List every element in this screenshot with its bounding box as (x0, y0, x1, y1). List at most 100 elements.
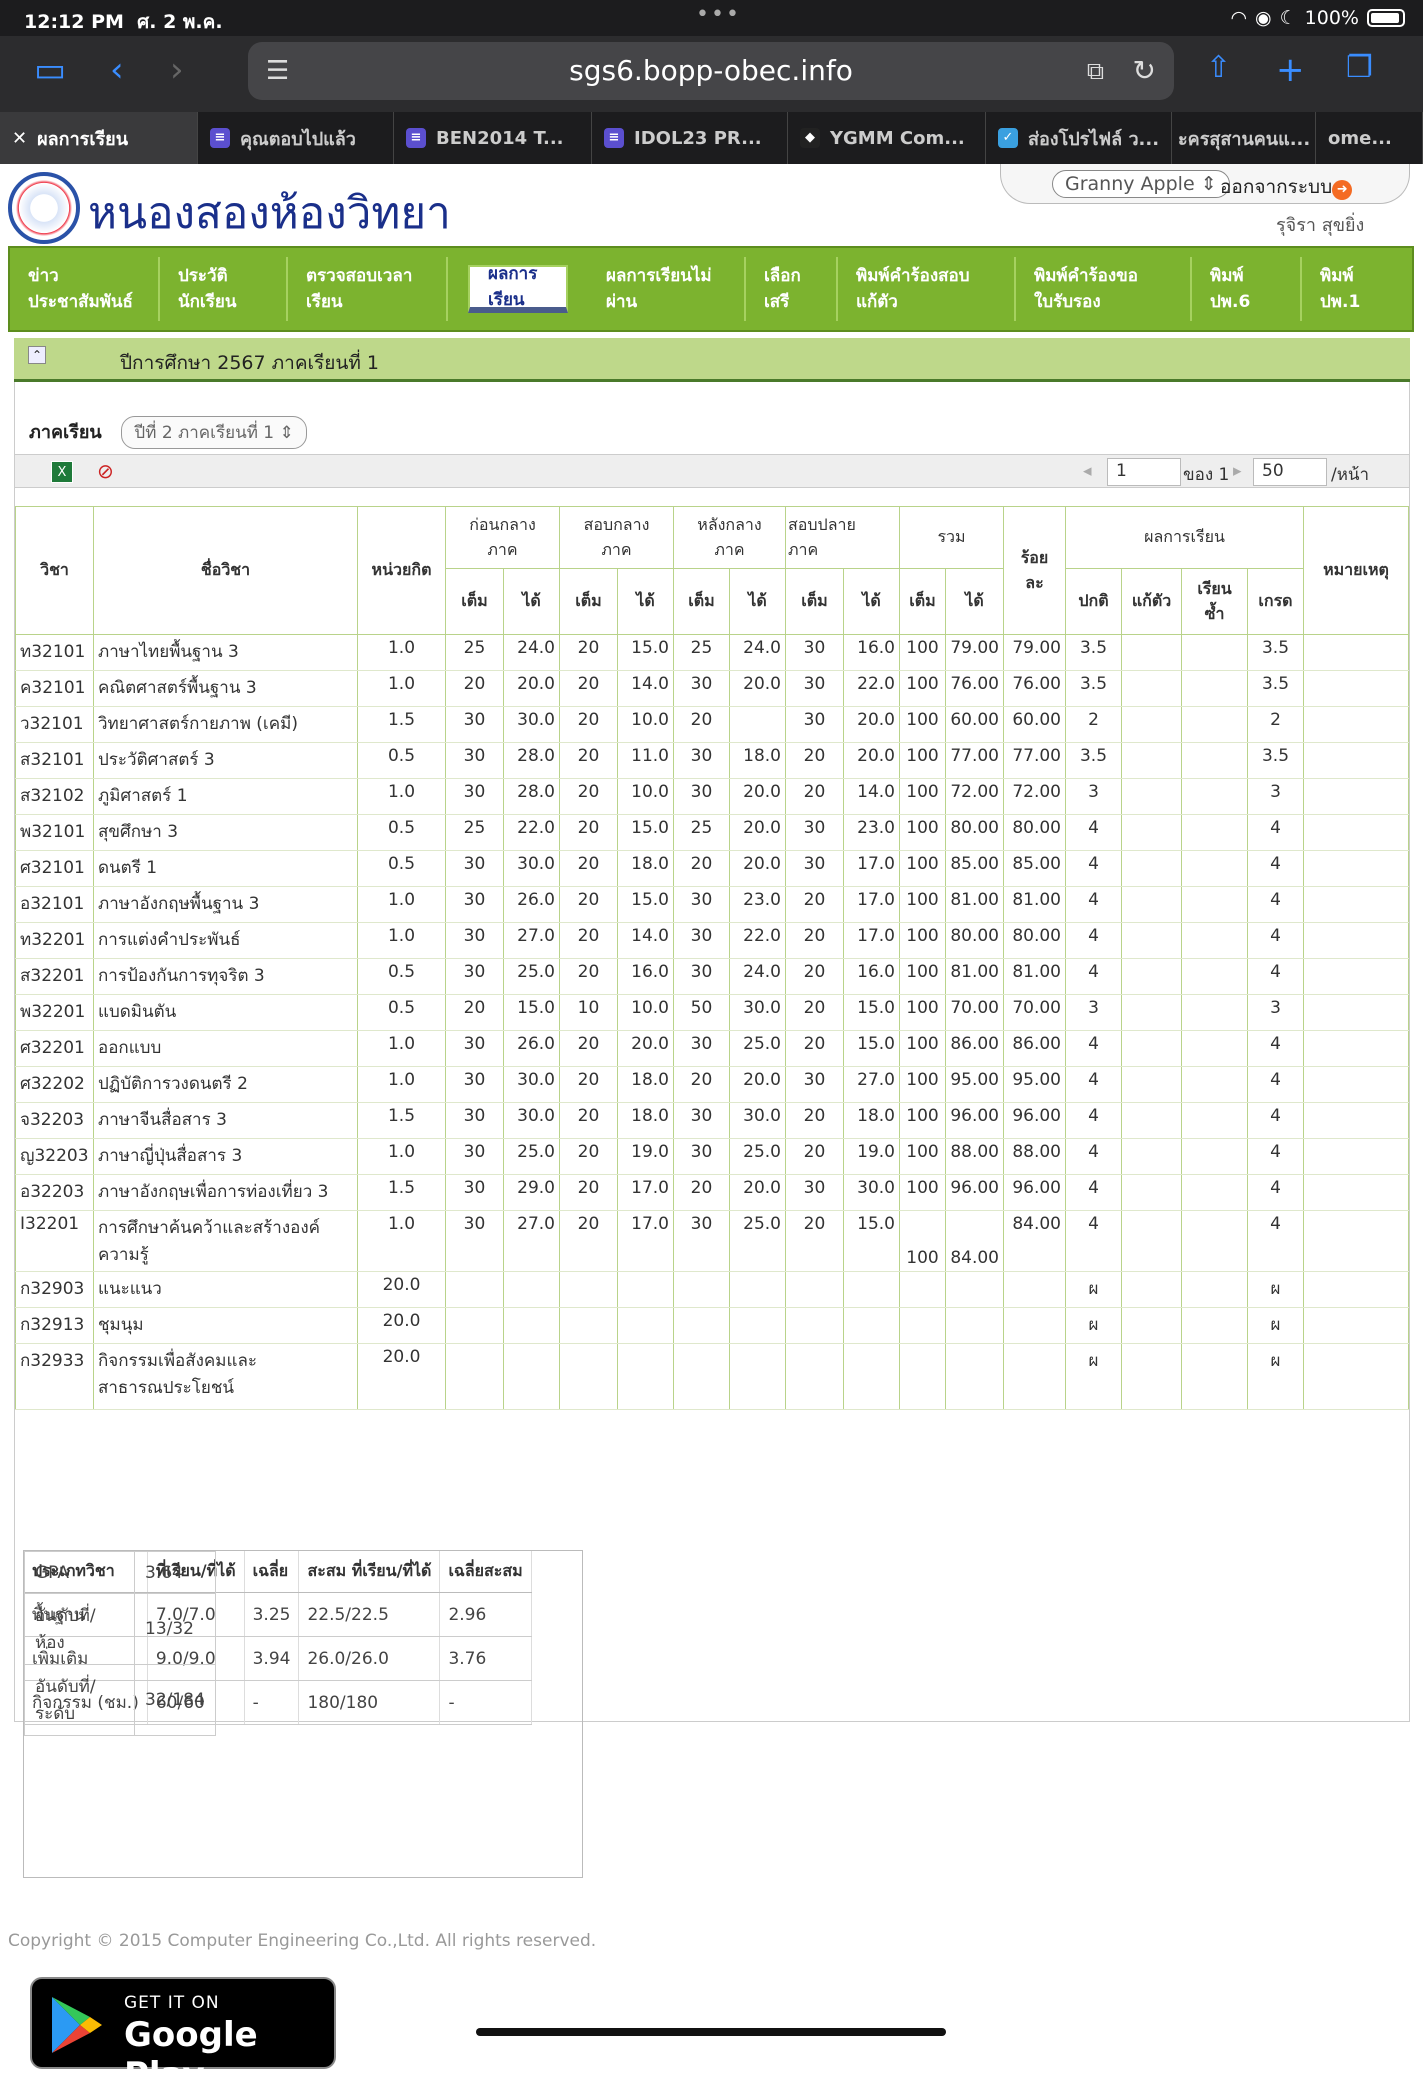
menu-grades[interactable]: ผลการ เรียน (468, 264, 568, 313)
user-select[interactable]: Granny Apple ⇕ (1052, 170, 1230, 198)
table-cell: แนะแนว (93, 1271, 358, 1308)
th-total: รวม (899, 506, 1004, 569)
menu-print-retake[interactable]: พิมพ์คำร้องสอบ แก้ตัว (838, 257, 1016, 321)
next-page-icon[interactable]: ▸ (1233, 461, 1242, 481)
wifi-icon: ◠ (1230, 7, 1248, 29)
table-cell: 25 (445, 814, 504, 851)
extension-icon[interactable]: ⧉ (1087, 42, 1104, 100)
table-cell: 88.00 (1003, 1138, 1066, 1175)
table-cell: 10.0 (617, 778, 674, 815)
table-cell: 20 (559, 706, 618, 743)
table-cell: 15.0 (503, 994, 560, 1031)
tab-grades[interactable]: ✕ ผลการเรียน (0, 112, 198, 164)
table-cell: 30 (785, 850, 844, 887)
new-tab-icon[interactable]: + (1276, 50, 1305, 90)
close-icon[interactable]: ✕ (12, 128, 27, 149)
table-cell: 17.0 (843, 886, 900, 923)
table-cell: 1.0 (357, 922, 446, 959)
table-cell: ผ (1065, 1307, 1122, 1344)
per-page-input[interactable]: 50 (1253, 458, 1327, 486)
sidebar-icon[interactable]: ▭ (34, 50, 66, 90)
th-full: เต็ม (785, 568, 844, 635)
table-cell: 4 (1247, 1174, 1304, 1211)
table-cell: 20 (785, 922, 844, 959)
menu-print-pp1[interactable]: พิมพ์ ปพ.1 (1302, 257, 1402, 321)
battery-percent: 100% (1304, 7, 1359, 29)
menu-print-pp6[interactable]: พิมพ์ ปพ.6 (1192, 257, 1302, 321)
table-cell: 30 (445, 850, 504, 887)
tab-ygmm[interactable]: ◆ YGMM Com... (788, 112, 986, 164)
th-got: ได้ (945, 568, 1004, 635)
table-cell: 100 (899, 778, 946, 815)
home-indicator[interactable] (476, 2028, 946, 2036)
table-cell: 30 (445, 1210, 504, 1272)
table-cell (1181, 1343, 1248, 1410)
summary-cell: 3.76 (439, 1636, 532, 1681)
menu-student-profile[interactable]: ประวัติ นักเรียน (160, 257, 288, 321)
tab-profile[interactable]: ✓ ส่องโปรไฟล์ ว... (986, 112, 1172, 164)
table-cell (1121, 670, 1182, 707)
share-icon[interactable]: ⇧ (1206, 50, 1231, 85)
page-input[interactable]: 1 (1107, 458, 1181, 486)
google-play-badge[interactable]: GET IT ON Google Play (30, 1977, 336, 2095)
tab-forms-answered[interactable]: ≡ คุณตอบไปแล้ว (198, 112, 394, 164)
table-cell: 30 (673, 886, 730, 923)
menu-print-certificate[interactable]: พิมพ์คำร้องขอ ใบรับรอง (1016, 257, 1192, 321)
table-cell (1121, 1210, 1182, 1272)
prev-page-icon[interactable]: ◂ (1083, 461, 1092, 481)
forward-icon[interactable]: › (170, 50, 184, 90)
gpa-label: อันดับที่/ระดับ (24, 1664, 135, 1736)
table-cell: 30 (445, 778, 504, 815)
table-row: อ32101 ภาษาอังกฤษพื้นฐาน 3 1.0 30 26.0 20 15.0… (15, 886, 1409, 923)
table-row: จ32203 ภาษาจีนสื่อสาร 3 1.5 30 30.0 20 18.0 30 3… (15, 1102, 1409, 1139)
table-cell (1303, 778, 1409, 815)
table-cell: 1.0 (357, 1066, 446, 1103)
term-row: ภาคเรียน ปีที่ 2 ภาคเรียนที่ 1 ⇕ (29, 416, 307, 449)
menu-news[interactable]: ข่าว ประชาสัมพันธ์ (10, 257, 160, 321)
table-cell: 96.00 (945, 1102, 1004, 1139)
tabs-overview-icon[interactable]: ❐ (1346, 50, 1373, 85)
table-cell (559, 1343, 618, 1410)
back-icon[interactable]: ‹ (110, 50, 124, 90)
collapse-icon[interactable]: ⌃ (28, 346, 46, 364)
table-cell (729, 1307, 786, 1344)
excel-export-icon[interactable]: X (51, 461, 73, 483)
table-cell: 50 (673, 994, 730, 1031)
table-cell: 1.0 (357, 1030, 446, 1067)
table-cell: 24.0 (729, 958, 786, 995)
tab-drama[interactable]: ะครสุสานคนแ... (1172, 112, 1316, 164)
term-label: ภาคเรียน (29, 422, 102, 443)
table-cell: 76.00 (945, 670, 1004, 707)
summary-cell: 3.94 (244, 1636, 300, 1681)
table-cell: 30 (445, 1066, 504, 1103)
table-cell: 25.0 (503, 1138, 560, 1175)
clear-filter-icon[interactable]: ⊘ (97, 459, 114, 483)
th-grade: เกรด (1247, 568, 1304, 635)
table-cell: 15.0 (843, 1030, 900, 1067)
address-bar[interactable]: ☰ sgs6.bopp-obec.info ⧉ ↻ (248, 42, 1174, 100)
reload-icon[interactable]: ↻ (1133, 42, 1156, 100)
multitask-dots[interactable]: ••• (696, 2, 741, 27)
table-cell: ผ (1247, 1271, 1304, 1308)
table-cell (1003, 1343, 1066, 1410)
menu-free-elective[interactable]: เลือก เสรี (746, 257, 838, 321)
table-cell: 3 (1065, 994, 1122, 1031)
table-cell: 96.00 (1003, 1102, 1066, 1139)
table-cell: 20 (559, 670, 618, 707)
profile-site-icon: ✓ (998, 128, 1018, 148)
table-cell: 4 (1065, 1030, 1122, 1067)
page-menu-icon[interactable]: ☰ (266, 42, 289, 100)
logout-button[interactable]: ออกจากระบบ ➜ (1220, 172, 1353, 202)
table-cell: 30 (673, 1030, 730, 1067)
menu-attendance[interactable]: ตรวจสอบเวลา เรียน (288, 257, 448, 321)
th-full: เต็ม (673, 568, 730, 635)
tab-idol23[interactable]: ≡ IDOL23 PR... (592, 112, 788, 164)
term-select[interactable]: ปีที่ 2 ภาคเรียนที่ 1 ⇕ (121, 416, 307, 449)
table-row: ว32101 วิทยาศาสตร์กายภาพ (เคมี) 1.5 30 30.0 2… (15, 706, 1409, 743)
table-cell: 16.0 (843, 634, 900, 671)
tab-home[interactable]: ome... (1316, 112, 1423, 164)
menu-failed-grades[interactable]: ผลการเรียนไม่ ผ่าน (588, 257, 746, 321)
tab-ben2014[interactable]: ≡ BEN2014 T... (394, 112, 592, 164)
username: รุจิรา สุขยิ่ง (1276, 215, 1365, 236)
table-cell: 23.0 (729, 886, 786, 923)
